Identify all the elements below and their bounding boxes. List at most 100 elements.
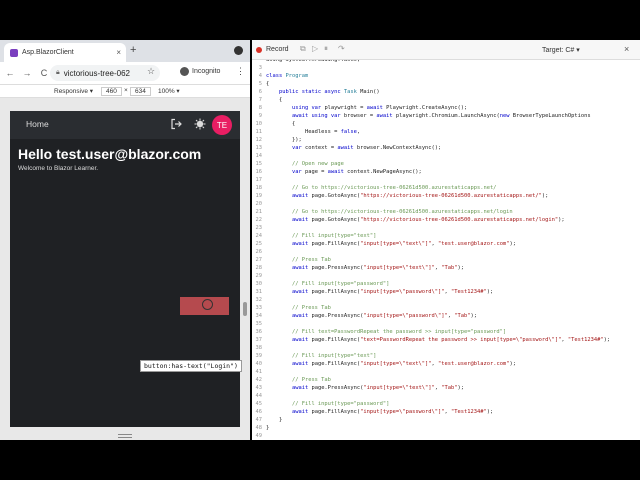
code-line[interactable]: 22 await page.GotoAsync("https://victori… (252, 217, 640, 223)
code-line[interactable]: 49 (252, 433, 640, 439)
code-line[interactable]: 15 // Open new page (252, 161, 640, 167)
step-over-icon[interactable]: ↷ (338, 44, 345, 53)
address-bar[interactable]: 🔒︎ victorious-tree-062 (50, 65, 160, 81)
pause-icon[interactable]: ⏸︎ (324, 44, 328, 54)
back-button[interactable]: ← (3, 68, 17, 78)
code-line[interactable]: 39 // Fill input[type="text"] (252, 353, 640, 359)
forward-button[interactable]: → (20, 68, 34, 78)
logout-icon[interactable] (170, 118, 182, 130)
code-line[interactable]: using System.Threading.Tasks; (252, 60, 640, 63)
code-line[interactable]: 38 (252, 345, 640, 351)
code-token: await (291, 313, 312, 319)
viewport-resize-handle-bottom[interactable] (118, 434, 132, 438)
browser-menu-icon[interactable]: ⋮ (236, 66, 245, 77)
viewport-width-input[interactable]: 460 (101, 87, 122, 96)
code-line[interactable]: 12 }); (252, 137, 640, 143)
record-icon[interactable] (256, 47, 262, 53)
code-line[interactable]: 34 await page.PressAsync("input[type=\"p… (252, 313, 640, 319)
code-editor[interactable]: using System.Threading.Tasks; 3 4 class Pro… (252, 60, 640, 440)
code-line[interactable]: 31 await page.FillAsync("input[type=\"pa… (252, 289, 640, 295)
code-line[interactable]: 42 // Press Tab (252, 377, 640, 383)
incognito-indicator[interactable]: Incognito (180, 67, 220, 76)
code-token: // Go to https://victorious-tree-06261d5… (291, 185, 497, 191)
line-number: 16 (255, 169, 263, 175)
code-line[interactable]: 9 await using var browser = await playwr… (252, 113, 640, 119)
code-token: using var (291, 105, 325, 111)
code-token: "input[type=\"text\"]" (363, 265, 435, 271)
nav-home-link[interactable]: Home (26, 119, 49, 129)
code-line[interactable]: 41 (252, 369, 640, 375)
code-line[interactable]: 32 (252, 297, 640, 303)
code-line[interactable]: 18 // Go to https://victorious-tree-0626… (252, 185, 640, 191)
page-viewport: Home TE Hello test.user@blazor.com Welco… (0, 98, 250, 440)
dimension-separator: × (124, 87, 128, 94)
code-line[interactable]: 5{ (252, 81, 640, 87)
target-language-select[interactable]: Target: C# ▾ (542, 46, 580, 54)
zoom-select[interactable]: 100% ▾ (158, 87, 180, 95)
line-number: 6 (258, 89, 262, 95)
code-line[interactable]: 14 (252, 153, 640, 159)
code-line[interactable]: 24 // Fill input[type="text"] (252, 233, 640, 239)
code-token: ); (486, 409, 494, 415)
code-line[interactable]: 17 (252, 177, 640, 183)
code-line[interactable]: 29 (252, 273, 640, 279)
code-line[interactable]: 4 class Program (252, 73, 640, 79)
code-line[interactable]: 21 // Go to https://victorious-tree-0626… (252, 209, 640, 215)
code-line[interactable]: 36 // Fill text=PasswordRepeat the passw… (252, 329, 640, 335)
code-line[interactable]: 27 // Press Tab (252, 257, 640, 263)
bookmark-star-icon[interactable]: ☆ (147, 66, 155, 77)
code-line[interactable]: 13 var context = await browser.NewContex… (252, 145, 640, 151)
code-line[interactable]: 44 (252, 393, 640, 399)
code-line[interactable]: 7 { (252, 97, 640, 103)
line-number: 20 (255, 201, 263, 207)
code-line[interactable]: 11 Headless = false, (252, 129, 640, 135)
viewport-resize-handle-right[interactable] (243, 302, 247, 316)
code-line[interactable]: 26 (252, 249, 640, 255)
device-select[interactable]: Responsive ▾ (54, 87, 93, 95)
code-line[interactable]: 37 await page.FillAsync("text=PasswordRe… (252, 337, 640, 343)
code-line[interactable]: 47 } (252, 417, 640, 423)
code-line[interactable]: 19 await page.GotoAsync("https://victori… (252, 193, 640, 199)
code-line[interactable]: 10 { (252, 121, 640, 127)
theme-toggle-icon[interactable] (194, 118, 206, 130)
inspector-close-button[interactable]: × (624, 44, 629, 54)
new-tab-button[interactable]: + (130, 44, 136, 56)
code-line[interactable]: 25 await page.FillAsync("input[type=\"te… (252, 241, 640, 247)
record-button[interactable]: Record (266, 46, 289, 53)
code-token: await (291, 385, 312, 391)
viewport-height-input[interactable]: 634 (130, 87, 151, 96)
user-avatar[interactable]: TE (212, 115, 232, 135)
resume-icon[interactable]: ▷ (312, 44, 318, 53)
code-line[interactable]: 16 var page = await context.NewPageAsync… (252, 169, 640, 175)
code-line[interactable]: 6 public static async Task Main() (252, 89, 640, 95)
line-content: // Go to https://victorious-tree-06261d5… (266, 209, 513, 215)
code-line[interactable]: 33 // Press Tab (252, 305, 640, 311)
copy-icon[interactable]: ⧉ (300, 44, 306, 54)
code-line[interactable]: 40 await page.FillAsync("input[type=\"te… (252, 361, 640, 367)
code-token: "https://victorious-tree-06261d500.azure… (360, 193, 542, 199)
code-line[interactable]: 28 await page.PressAsync("input[type=\"t… (252, 265, 640, 271)
code-token: "text=PasswordRepeat the password >> inp… (360, 337, 562, 343)
code-line[interactable]: 20 (252, 201, 640, 207)
code-token: // Press Tab (291, 305, 331, 311)
line-number: 5 (258, 81, 262, 87)
code-line[interactable]: 8 using var playwright = await Playwrigh… (252, 105, 640, 111)
tab-close-button[interactable]: × (116, 48, 121, 57)
window-record-icon[interactable] (234, 46, 243, 55)
code-line[interactable]: 35 (252, 321, 640, 327)
letterbox-bottom (0, 434, 640, 480)
code-line[interactable]: 48} (252, 425, 640, 431)
code-line[interactable]: 30 // Fill input[type="password"] (252, 281, 640, 287)
code-line[interactable]: 3 (252, 65, 640, 71)
browser-tab[interactable]: Asp.BlazorClient × (4, 43, 126, 62)
reload-button[interactable]: C (37, 68, 51, 78)
code-line[interactable]: 45 // Fill input[type="password"] (252, 401, 640, 407)
code-line[interactable]: 23 (252, 225, 640, 231)
code-line[interactable]: 43 await page.PressAsync("input[type=\"t… (252, 385, 640, 391)
code-line[interactable]: 46 await page.FillAsync("input[type=\"pa… (252, 409, 640, 415)
